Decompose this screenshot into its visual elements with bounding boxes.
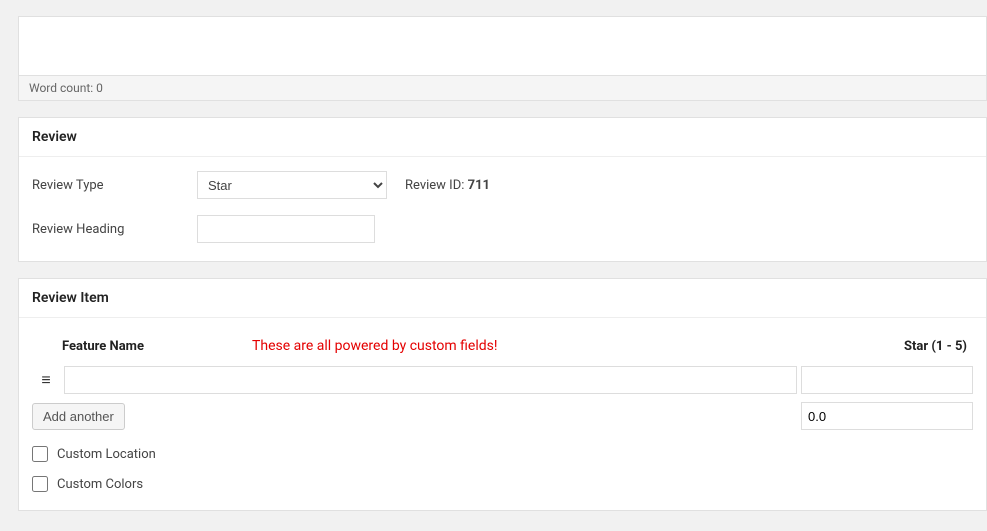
custom-colors-label: Custom Colors bbox=[57, 477, 143, 492]
annotation-text: These are all powered by custom fields! bbox=[252, 338, 797, 354]
review-item-panel-body: Feature Name These are all powered by cu… bbox=[19, 318, 986, 510]
review-heading-control bbox=[197, 215, 375, 243]
word-count-bar: Word count: 0 bbox=[18, 76, 987, 101]
review-heading-label: Review Heading bbox=[32, 222, 197, 237]
review-item-panel-header: Review Item bbox=[19, 279, 986, 318]
custom-location-checkbox[interactable] bbox=[32, 446, 48, 462]
custom-location-label: Custom Location bbox=[57, 447, 156, 462]
review-heading-row: Review Heading bbox=[32, 215, 973, 243]
drag-handle-icon[interactable]: ≡ bbox=[32, 370, 60, 390]
review-id-label: Review ID: bbox=[405, 178, 464, 193]
review-id: Review ID: 711 bbox=[405, 178, 490, 193]
action-row: Add another bbox=[32, 402, 973, 430]
review-heading-input[interactable] bbox=[197, 215, 375, 243]
review-type-control: Star Review ID: 711 bbox=[197, 171, 490, 199]
review-item-row: ≡ bbox=[32, 366, 973, 394]
review-type-select[interactable]: Star bbox=[197, 171, 387, 199]
review-panel-header: Review bbox=[19, 118, 986, 157]
word-count-label: Word count: 0 bbox=[29, 81, 103, 95]
custom-colors-checkbox[interactable] bbox=[32, 476, 48, 492]
th-feature-name: Feature Name bbox=[62, 339, 252, 354]
review-item-panel: Review Item Feature Name These are all p… bbox=[18, 278, 987, 511]
review-item-table-head: Feature Name These are all powered by cu… bbox=[32, 332, 973, 366]
custom-colors-row: Custom Colors bbox=[32, 476, 973, 492]
review-type-label: Review Type bbox=[32, 178, 197, 193]
editor-area[interactable] bbox=[18, 16, 987, 76]
review-type-row: Review Type Star Review ID: 711 bbox=[32, 171, 973, 199]
add-another-button[interactable]: Add another bbox=[32, 403, 125, 430]
review-id-value: 711 bbox=[468, 178, 490, 193]
custom-location-row: Custom Location bbox=[32, 446, 973, 462]
review-panel-body: Review Type Star Review ID: 711 Review H… bbox=[19, 157, 986, 261]
avg-input[interactable] bbox=[801, 402, 973, 430]
feature-name-input[interactable] bbox=[64, 366, 797, 394]
review-panel: Review Review Type Star Review ID: 711 R… bbox=[18, 117, 987, 262]
star-value-input[interactable] bbox=[801, 366, 973, 394]
th-star: Star (1 - 5) bbox=[797, 339, 973, 354]
